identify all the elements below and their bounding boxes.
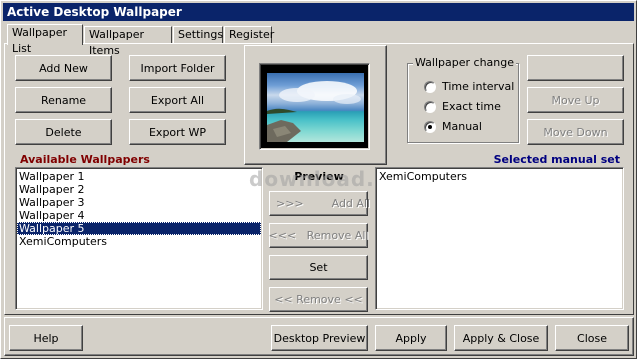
- apply-close-button[interactable]: Apply & Close: [454, 325, 548, 351]
- import-folder-button[interactable]: Import Folder: [129, 55, 226, 81]
- tab-wallpaper-list[interactable]: Wallpaper List: [7, 24, 83, 55]
- add-all-button[interactable]: >>> Add All: [269, 191, 371, 216]
- remove-all-label: <<< Remove All: [268, 229, 369, 242]
- selected-set-list[interactable]: XemiComputers: [375, 167, 624, 310]
- radio-manual[interactable]: Manual: [424, 120, 482, 133]
- tab-settings[interactable]: Settings: [173, 26, 223, 44]
- radio-time-interval[interactable]: Time interval: [424, 80, 514, 93]
- delete-button[interactable]: Delete: [15, 119, 112, 145]
- list-item[interactable]: Wallpaper 3: [17, 196, 261, 209]
- available-wallpapers-heading: Available Wallpapers: [17, 152, 262, 167]
- remove-button[interactable]: << Remove <<: [269, 287, 368, 312]
- available-wallpapers-list[interactable]: Wallpaper 1 Wallpaper 2 Wallpaper 3 Wall…: [15, 167, 263, 310]
- radio-manual-label: Manual: [442, 120, 482, 133]
- radio-button-icon[interactable]: [424, 100, 436, 113]
- wallpaper-change-label: Wallpaper change: [413, 56, 516, 69]
- selected-set-heading: Selected manual set: [376, 152, 624, 167]
- unlabeled-button[interactable]: [527, 55, 624, 81]
- list-item[interactable]: Wallpaper 2: [17, 183, 261, 196]
- preview-screen: [259, 63, 370, 150]
- list-item[interactable]: Wallpaper 1: [17, 170, 261, 183]
- available-wallpapers-title: Available Wallpapers: [20, 153, 150, 166]
- list-item[interactable]: XemiComputers: [17, 235, 261, 248]
- wallpaper-thumbnail: [267, 73, 364, 142]
- radio-time-interval-label: Time interval: [442, 80, 515, 93]
- remove-all-button[interactable]: <<< Remove All: [269, 223, 368, 248]
- radio-button-icon[interactable]: [424, 80, 436, 93]
- beach-image-icon: [267, 81, 361, 142]
- set-button[interactable]: Set: [269, 255, 368, 280]
- tab-wallpaper-items[interactable]: Wallpaper Items: [84, 26, 172, 57]
- radio-button-checked-icon[interactable]: [424, 120, 436, 133]
- close-button[interactable]: Close: [555, 325, 629, 351]
- help-button[interactable]: Help: [9, 325, 83, 351]
- selected-set-title: Selected manual set: [493, 153, 620, 166]
- export-all-button[interactable]: Export All: [129, 87, 226, 113]
- list-item[interactable]: XemiComputers: [377, 170, 622, 183]
- wallpaper-preview-frame: [244, 45, 387, 165]
- radio-exact-time[interactable]: Exact time: [424, 100, 501, 113]
- rename-button[interactable]: Rename: [15, 87, 112, 113]
- window-title: Active Desktop Wallpaper: [7, 5, 182, 19]
- tab-register[interactable]: Register: [224, 26, 274, 44]
- app-window: Active Desktop Wallpaper Wallpaper List …: [0, 0, 637, 359]
- move-down-button[interactable]: Move Down: [527, 119, 624, 145]
- radio-exact-time-label: Exact time: [442, 100, 501, 113]
- watermark-text: download.sk: [249, 167, 402, 191]
- title-bar[interactable]: Active Desktop Wallpaper: [3, 3, 634, 21]
- export-wp-button[interactable]: Export WP: [129, 119, 226, 145]
- list-item[interactable]: Wallpaper 4: [17, 209, 261, 222]
- list-item-selected[interactable]: Wallpaper 5: [17, 222, 261, 235]
- add-new-button[interactable]: Add New: [15, 55, 112, 81]
- add-all-label: >>> Add All: [276, 197, 371, 210]
- move-up-button[interactable]: Move Up: [527, 87, 624, 113]
- apply-button[interactable]: Apply: [375, 325, 447, 351]
- desktop-preview-button[interactable]: Desktop Preview: [271, 325, 368, 351]
